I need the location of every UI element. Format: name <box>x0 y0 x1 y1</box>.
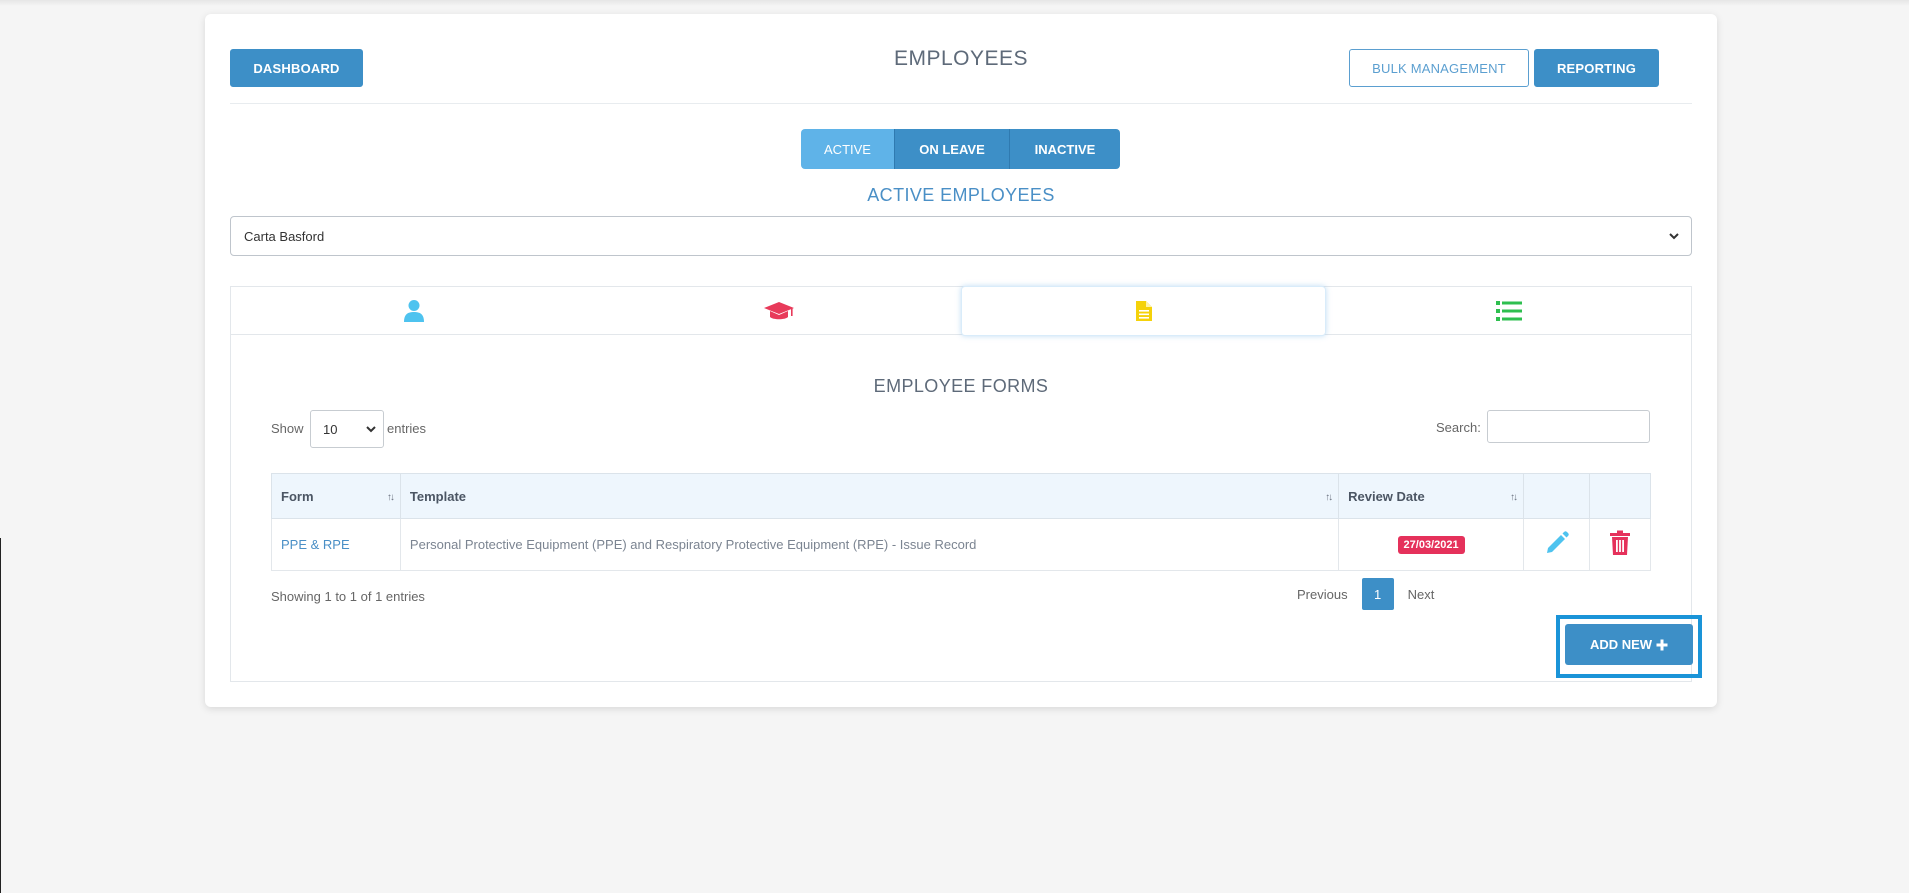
add-new-label: ADD NEW <box>1589 637 1653 652</box>
bulk-management-button[interactable]: BULK MANAGEMENT <box>1349 49 1529 87</box>
graduation-cap-icon <box>763 302 794 320</box>
column-form[interactable]: Form ↑↓ <box>271 473 401 519</box>
column-edit <box>1523 473 1590 519</box>
tab-training[interactable] <box>596 287 961 335</box>
add-new-highlight: ADD NEW <box>1556 615 1702 678</box>
forms-title: EMPLOYEE FORMS <box>873 376 1049 396</box>
tab-on-leave[interactable]: ON LEAVE <box>895 129 1010 169</box>
form-link[interactable]: PPE & RPE <box>281 537 350 552</box>
entries-label: entries <box>387 421 427 436</box>
table-info: Showing 1 to 1 of 1 entries <box>271 589 425 604</box>
employee-select[interactable]: Carta Basford <box>230 216 1692 256</box>
employee-status-tabs: ACTIVE ON LEAVE INACTIVE <box>801 129 1120 169</box>
chevron-down-icon <box>1669 233 1679 240</box>
section-tab-bar <box>231 286 1691 336</box>
employee-select-value: Carta Basford <box>244 228 325 244</box>
pagination: Previous 1 Next <box>1283 578 1448 610</box>
tab-active[interactable]: ACTIVE <box>801 129 895 169</box>
trash-icon[interactable] <box>1609 530 1631 556</box>
search-label: Search: <box>1436 420 1481 435</box>
template-cell: Personal Protective Equipment (PPE) and … <box>399 518 1340 571</box>
top-shadow <box>0 0 1909 6</box>
table-header-row: Form ↑↓ Template ↑↓ Review Date ↑↓ <box>271 473 1652 519</box>
edit-cell <box>1523 518 1590 571</box>
employees-card: DASHBOARD EMPLOYEES BULK MANAGEMENT REPO… <box>205 14 1717 707</box>
employee-detail-panel: EMPLOYEE FORMS Show 10 entries Search: F… <box>230 286 1702 682</box>
delete-cell <box>1588 518 1652 571</box>
page-1-button[interactable]: 1 <box>1361 578 1394 610</box>
forms-table: Form ↑↓ Template ↑↓ Review Date ↑↓ PPE &… <box>271 473 1652 571</box>
search-input[interactable] <box>1487 410 1650 443</box>
review-date-badge: 27/03/2021 <box>1397 535 1465 554</box>
column-template[interactable]: Template ↑↓ <box>399 473 1340 519</box>
previous-page-button[interactable]: Previous <box>1283 587 1362 602</box>
review-date-cell: 27/03/2021 <box>1338 518 1525 571</box>
list-icon <box>1495 301 1522 321</box>
column-review-date[interactable]: Review Date ↑↓ <box>1338 473 1525 519</box>
add-new-button[interactable]: ADD NEW <box>1565 624 1693 665</box>
chevron-down-icon <box>366 426 376 433</box>
page-length-value: 10 <box>323 421 338 437</box>
tab-checklist[interactable] <box>1326 287 1691 335</box>
page-length-select[interactable]: 10 <box>310 410 384 448</box>
tab-profile[interactable] <box>231 287 596 335</box>
section-subtitle: ACTIVE EMPLOYEES <box>867 185 1055 205</box>
plus-icon <box>1656 639 1668 650</box>
next-page-button[interactable]: Next <box>1394 587 1449 602</box>
sort-icon: ↑↓ <box>1325 492 1333 503</box>
reporting-button[interactable]: REPORTING <box>1534 49 1659 87</box>
header-divider <box>230 103 1692 104</box>
sort-icon: ↑↓ <box>386 492 395 503</box>
tab-forms[interactable] <box>961 286 1326 336</box>
column-delete <box>1588 473 1652 519</box>
tab-inactive[interactable]: INACTIVE <box>1010 129 1120 169</box>
show-label: Show <box>271 421 304 436</box>
left-edge-line <box>0 538 1 893</box>
table-row: PPE & RPE Personal Protective Equipment … <box>271 518 1652 571</box>
sort-icon: ↑↓ <box>1510 492 1518 503</box>
document-icon <box>1135 301 1152 321</box>
pencil-icon[interactable] <box>1544 530 1570 556</box>
user-icon <box>403 300 424 322</box>
